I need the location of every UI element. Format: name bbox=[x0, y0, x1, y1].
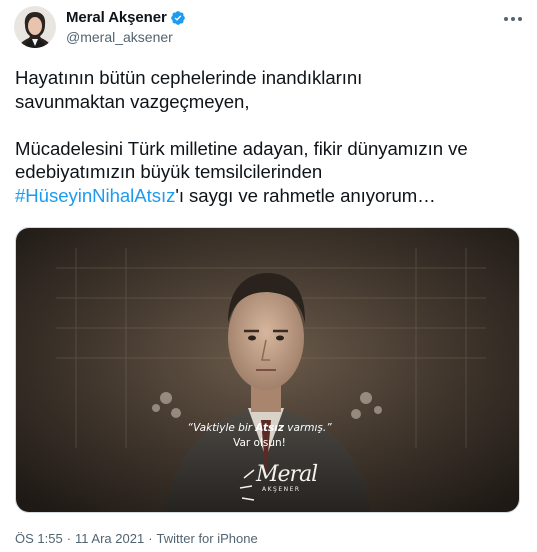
tweet-date[interactable]: 11 Ara 2021 bbox=[75, 531, 144, 546]
author-display-name[interactable]: Meral Akşener bbox=[66, 9, 167, 26]
tweet-text-line: savunmaktan vazgeçmeyen, bbox=[15, 90, 250, 112]
image-quote: “Vaktiyle bir Atsız varmış.” bbox=[16, 422, 511, 434]
hashtag-link[interactable]: #HüseyinNihalAtsız bbox=[15, 185, 175, 206]
more-horizontal-icon[interactable] bbox=[502, 12, 524, 26]
separator-dot: · bbox=[148, 531, 153, 546]
tweet-image[interactable]: “Vaktiyle bir Atsız varmış.” Var olsun! … bbox=[15, 227, 520, 513]
tweet-text-line: Hayatının bütün cephelerinde inandıkları… bbox=[15, 67, 363, 88]
tweet-text-line: Mücadelesini Türk milletine adayan, fiki… bbox=[15, 137, 468, 159]
quote-text: varmış.” bbox=[283, 422, 332, 434]
profile-photo bbox=[14, 6, 56, 48]
tweet-card: Meral Akşener @meral_aksener Hayatının b… bbox=[0, 0, 537, 552]
tweet-text-fragment: 'ı saygı ve rahmetle anıyorum… bbox=[175, 184, 436, 206]
image-quote-line2: Var olsun! bbox=[233, 437, 286, 449]
tweet-text-line-with-hashtag: #HüseyinNihalAtsız'ı saygı ve rahmetle a… bbox=[15, 184, 530, 208]
author-handle[interactable]: @meral_aksener bbox=[66, 29, 173, 45]
author-avatar[interactable] bbox=[14, 6, 56, 48]
tweet-text: Hayatının bütün cephelerinde inandıkları… bbox=[15, 66, 530, 207]
tweet-source[interactable]: Twitter for iPhone bbox=[157, 531, 258, 546]
quote-emphasis: Atsız bbox=[255, 422, 284, 434]
author-name-row: Meral Akşener bbox=[66, 9, 186, 26]
quote-text: “Vaktiyle bir bbox=[187, 422, 256, 434]
tweet-meta: ÖS 1:55 · 11 Ara 2021 · Twitter for iPho… bbox=[15, 531, 258, 546]
tweet-text-line: edebiyatımızın büyük temsilcilerinden bbox=[15, 161, 323, 182]
signature-logo: Meral bbox=[256, 462, 318, 487]
verified-badge-icon bbox=[170, 10, 185, 25]
separator-dot: · bbox=[66, 531, 72, 546]
tweet-time[interactable]: ÖS 1:55 bbox=[15, 531, 63, 546]
signature-logo-sub: AKŞENER bbox=[262, 486, 301, 493]
